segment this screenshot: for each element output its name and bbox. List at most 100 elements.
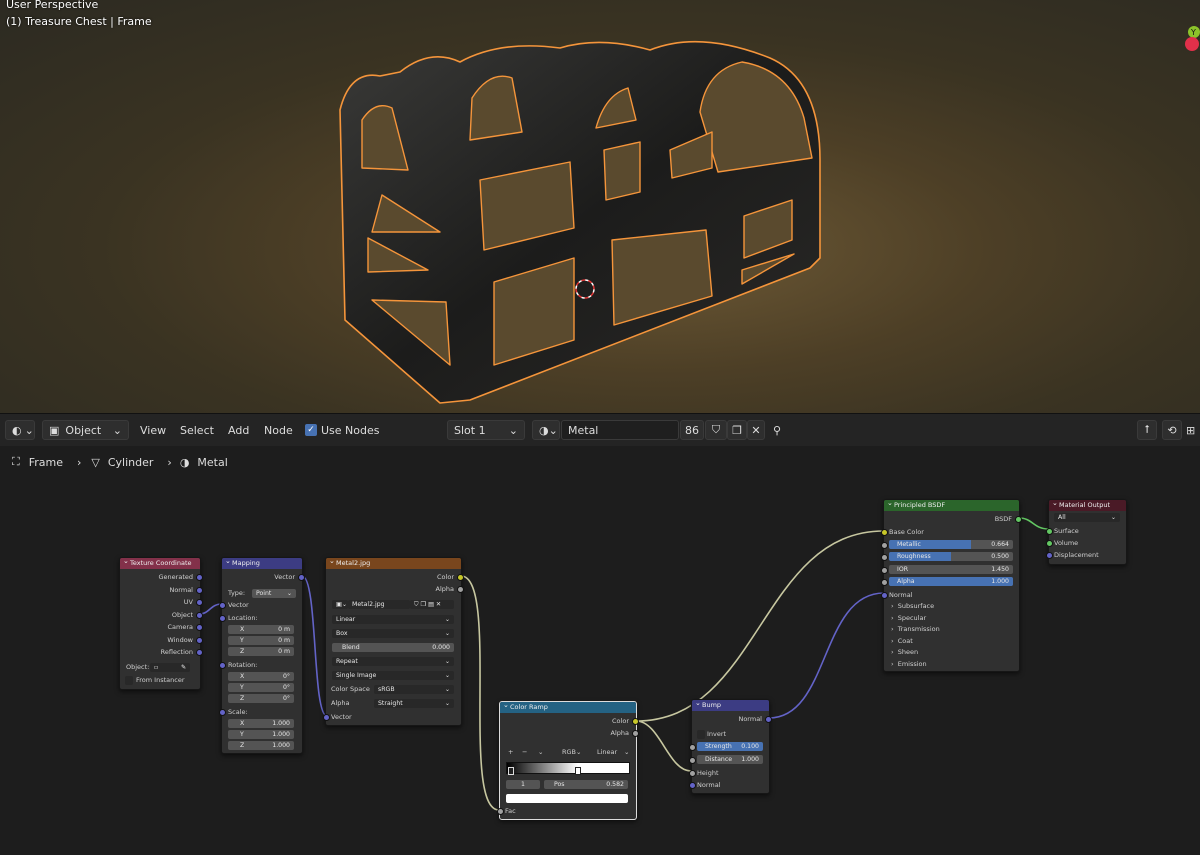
socket-output-color[interactable] [632,718,639,725]
interpolation-dropdown[interactable]: Linear [597,747,617,757]
panel-emission[interactable]: › Emission [891,659,927,669]
socket-output-vector[interactable] [298,574,305,581]
node-header[interactable]: Principled BSDF [884,498,1019,511]
panel-specular[interactable]: › Specular [891,613,926,623]
node-header[interactable]: Material Output [1049,498,1126,511]
pin-icon[interactable]: ⚲ [773,420,781,440]
interpolation-dropdown[interactable]: Linear ⌄ [332,615,454,624]
source-dropdown[interactable]: Single Image ⌄ [332,671,454,680]
rotation-y-field[interactable]: Y 0° [228,683,294,692]
socket-normal[interactable] [881,592,888,599]
socket-surface[interactable] [1046,528,1053,535]
color-ramp-node[interactable]: Color Ramp Color Alpha + − ⌄ RGB ⌄ Linea… [497,700,639,820]
blend-field[interactable]: Blend 0.000 [332,643,454,652]
editor-type-selector[interactable]: ◐ ⌄ [5,420,35,440]
socket-uv[interactable] [196,599,203,606]
target-dropdown[interactable]: All ⌄ [1054,513,1120,522]
stop-color-swatch[interactable] [506,794,628,803]
strength-field[interactable]: Strength 0.100 [697,742,763,751]
color-stop-black[interactable] [508,767,514,775]
scale-x-field[interactable]: X 1.000 [228,719,294,728]
socket-ior[interactable] [881,567,888,574]
socket-output-alpha[interactable] [632,730,639,737]
socket-input-vector[interactable] [219,602,226,609]
socket-volume[interactable] [1046,540,1053,547]
add-stop-button[interactable]: + [508,747,513,757]
active-stop-index[interactable]: 1 [506,780,540,789]
socket-distance[interactable] [689,757,696,764]
socket-displacement[interactable] [1046,552,1053,559]
node-header[interactable]: Color Ramp [500,700,636,713]
from-instancer-checkbox[interactable] [125,676,133,685]
node-header[interactable]: Mapping [222,556,302,569]
projection-dropdown[interactable]: Box ⌄ [332,629,454,638]
checkbox-checked-icon[interactable]: ✓ [305,424,317,436]
scale-z-field[interactable]: Z 1.000 [228,741,294,750]
color-ramp-gradient[interactable] [506,762,630,774]
socket-window[interactable] [196,637,203,644]
image-texture-node[interactable]: Metal2.jpg Color Alpha ▣⌄ Metal2.jpg ⛉ ❐… [323,556,464,726]
duplicate-material-icon[interactable]: ❐ [727,420,747,440]
menu-node[interactable]: Node [264,420,293,440]
menu-add[interactable]: Add [228,420,249,440]
socket-output-color[interactable] [457,574,464,581]
distance-field[interactable]: Distance 1.000 [697,755,763,764]
socket-generated[interactable] [196,574,203,581]
image-actions[interactable]: ⛉ ❐ ▤ ✕ [410,600,454,609]
socket-normal[interactable] [689,782,696,789]
mode-dropdown[interactable]: ▣ Object ⌄ [42,420,129,440]
socket-metallic[interactable] [881,542,888,549]
treasure-chest-frame-model[interactable] [0,0,1200,413]
socket-base-color[interactable] [881,529,888,536]
stop-position-field[interactable]: Pos 0.582 [544,780,628,789]
color-stop-white[interactable] [575,767,581,775]
socket-input-fac[interactable] [497,808,504,815]
node-header[interactable]: Metal2.jpg [326,556,461,569]
location-y-field[interactable]: Y0 m [228,636,294,645]
socket-height[interactable] [689,770,696,777]
panel-coat[interactable]: › Coat [891,636,913,646]
rotation-x-field[interactable]: X 0° [228,672,294,681]
socket-normal[interactable] [196,587,203,594]
extension-dropdown[interactable]: Repeat ⌄ [332,657,454,666]
remove-stop-button[interactable]: − [522,747,527,757]
panel-subsurface[interactable]: › Subsurface [891,601,934,611]
socket-output-bsdf[interactable] [1015,516,1022,523]
material-browse-button[interactable]: ◑ ⌄ [532,420,560,440]
mapping-node[interactable]: Mapping Vector Type: Point⌄ Vector Locat… [219,556,305,754]
socket-output-alpha[interactable] [457,586,464,593]
scale-y-field[interactable]: Y 1.000 [228,730,294,739]
metallic-field[interactable]: Metallic 0.664 [889,540,1013,549]
socket-location[interactable] [219,615,226,622]
material-users-count[interactable]: 86 [680,420,704,440]
panel-sheen[interactable]: › Sheen [891,647,918,657]
color-space-dropdown[interactable]: sRGB ⌄ [374,685,454,694]
socket-scale[interactable] [219,709,226,716]
roughness-field[interactable]: Roughness 0.500 [889,552,1013,561]
material-name-field[interactable]: Metal [561,420,679,440]
fake-user-shield-icon[interactable]: ⛉ [705,420,727,440]
socket-strength[interactable] [689,744,696,751]
use-nodes-toggle[interactable]: ✓ Use Nodes [305,420,380,440]
socket-alpha[interactable] [881,579,888,586]
color-mode-dropdown[interactable]: RGB [562,747,576,757]
grid-snap-icon[interactable]: ⊞ [1186,420,1195,440]
invert-checkbox[interactable] [697,730,705,739]
socket-output-normal[interactable] [765,716,772,723]
socket-roughness[interactable] [881,554,888,561]
ior-field[interactable]: IOR 1.450 [889,565,1013,574]
socket-camera[interactable] [196,624,203,631]
socket-input-vector[interactable] [323,714,330,721]
chevron-down-icon[interactable]: ⌄ [538,747,543,757]
location-z-field[interactable]: Z0 m [228,647,294,656]
parent-node-tree-icon[interactable]: ⭡ [1137,420,1157,440]
image-browse-button[interactable]: ▣⌄ [332,600,348,609]
alpha-field[interactable]: Alpha 1.000 [889,577,1013,586]
unlink-material-icon[interactable]: ✕ [747,420,765,440]
type-dropdown[interactable]: Point ⌄ [252,589,296,598]
image-name-field[interactable]: Metal2.jpg [348,600,410,609]
navigation-gizmo[interactable]: Y [1180,24,1200,58]
socket-reflection[interactable] [196,649,203,656]
node-header[interactable]: Bump [692,698,769,711]
location-x-field[interactable]: X0 m [228,625,294,634]
